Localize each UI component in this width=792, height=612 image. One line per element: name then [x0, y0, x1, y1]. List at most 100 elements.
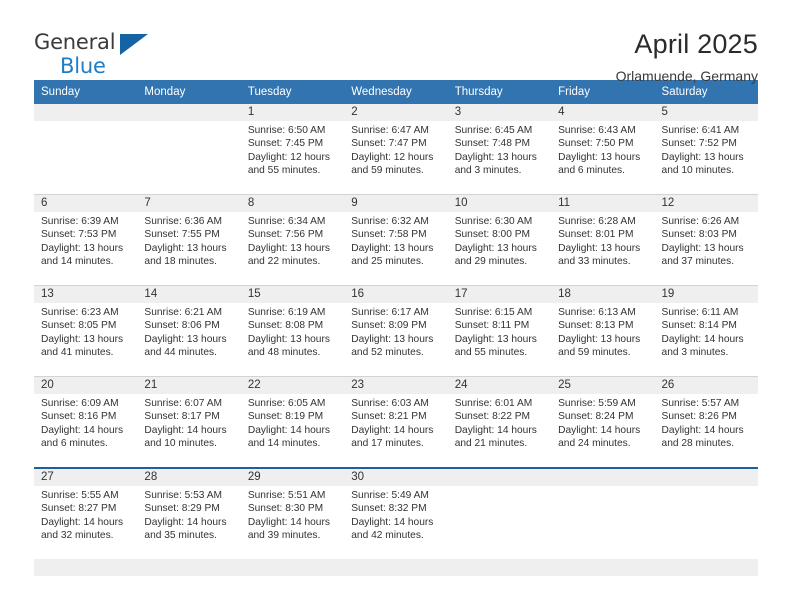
day-cell[interactable]: 6 Sunrise: 6:39 AM Sunset: 7:53 PM Daylight…	[34, 195, 138, 285]
day-cell[interactable]: 17 Sunrise: 6:15 AM Sunset: 8:11 PM Dayligh…	[447, 286, 552, 376]
day-info: Sunrise: 6:15 AM Sunset: 8:11 PM Daylight:…	[448, 303, 551, 360]
day-cell[interactable]: 1 Sunrise: 6:50 AM Sunset: 7:45 PM Daylight…	[240, 104, 345, 194]
day-number: 19	[654, 286, 758, 303]
calendar-cell	[551, 467, 655, 559]
sunrise-text: Sunrise: 6:28 AM	[558, 216, 636, 227]
sunset-text: Sunset: 7:53 PM	[41, 229, 117, 241]
day-cell[interactable]: 19 Sunrise: 6:11 AM Sunset: 8:14 PM Dayligh…	[654, 286, 758, 376]
calendar-cell	[34, 104, 138, 195]
sunrise-text: Sunrise: 6:26 AM	[661, 216, 740, 227]
day-info: Sunrise: 6:39 AM Sunset: 7:53 PM Daylight:…	[34, 212, 137, 269]
day-info: Sunrise: 5:55 AM Sunset: 8:27 PM Daylight:…	[34, 486, 137, 543]
day-cell[interactable]: 15 Sunrise: 6:19 AM Sunset: 8:08 PM Dayligh…	[240, 286, 345, 376]
day-info: Sunrise: 5:59 AM Sunset: 8:24 PM Daylight:…	[551, 394, 654, 451]
weekday-header-sunday: Sunday	[34, 80, 138, 104]
calendar-cell: 26 Sunrise: 5:57 AM Sunset: 8:26 PM Dayligh…	[654, 376, 758, 468]
sunrise-text: Sunrise: 6:23 AM	[41, 307, 119, 318]
day-cell-empty	[137, 104, 241, 194]
general-blue-logo[interactable]: General Blue	[34, 26, 150, 78]
sunrise-text: Sunrise: 6:41 AM	[661, 125, 740, 136]
day-info: Sunrise: 6:41 AM Sunset: 7:52 PM Daylight:…	[655, 121, 758, 178]
daylight-text-line1: Daylight: 12 hours	[247, 151, 330, 163]
daylight-text-line1: Daylight: 14 hours	[247, 424, 330, 436]
day-cell-empty	[654, 469, 758, 559]
calendar-cell: 25 Sunrise: 5:59 AM Sunset: 8:24 PM Dayligh…	[551, 376, 655, 468]
daylight-text-line2: and 59 minutes.	[558, 347, 631, 359]
day-cell[interactable]: 5 Sunrise: 6:41 AM Sunset: 7:52 PM Daylight…	[654, 104, 758, 194]
day-cell[interactable]: 22 Sunrise: 6:05 AM Sunset: 8:19 PM Dayligh…	[240, 377, 345, 467]
day-cell[interactable]: 23 Sunrise: 6:03 AM Sunset: 8:21 PM Dayligh…	[344, 377, 448, 467]
calendar-cell	[654, 467, 758, 559]
day-cell[interactable]: 28 Sunrise: 5:53 AM Sunset: 8:29 PM Dayligh…	[137, 469, 241, 559]
sunset-text: Sunset: 8:00 PM	[454, 229, 531, 241]
day-cell-empty	[447, 469, 552, 559]
day-cell[interactable]: 16 Sunrise: 6:17 AM Sunset: 8:09 PM Dayligh…	[344, 286, 448, 376]
day-info: Sunrise: 6:23 AM Sunset: 8:05 PM Daylight:…	[34, 303, 137, 360]
day-cell[interactable]: 9 Sunrise: 6:32 AM Sunset: 7:58 PM Daylight…	[344, 195, 448, 285]
daylight-text-line1: Daylight: 14 hours	[41, 424, 124, 436]
daylight-text-line2: and 59 minutes.	[351, 165, 424, 177]
day-info: Sunrise: 6:19 AM Sunset: 8:08 PM Daylight:…	[241, 303, 344, 360]
day-cell[interactable]: 7 Sunrise: 6:36 AM Sunset: 7:55 PM Daylight…	[137, 195, 241, 285]
sunrise-text: Sunrise: 5:59 AM	[558, 398, 636, 409]
day-cell[interactable]: 20 Sunrise: 6:09 AM Sunset: 8:16 PM Dayligh…	[34, 377, 138, 467]
day-cell[interactable]: 11 Sunrise: 6:28 AM Sunset: 8:01 PM Dayligh…	[551, 195, 655, 285]
day-info: Sunrise: 6:45 AM Sunset: 7:48 PM Daylight:…	[448, 121, 551, 178]
daylight-text-line1: Daylight: 12 hours	[351, 151, 434, 163]
day-cell[interactable]: 29 Sunrise: 5:51 AM Sunset: 8:30 PM Dayligh…	[240, 469, 345, 559]
day-number	[447, 469, 552, 486]
sunset-text: Sunset: 8:01 PM	[558, 229, 634, 241]
day-cell[interactable]: 18 Sunrise: 6:13 AM Sunset: 8:13 PM Dayligh…	[551, 286, 655, 376]
day-cell[interactable]: 10 Sunrise: 6:30 AM Sunset: 8:00 PM Dayligh…	[447, 195, 552, 285]
daylight-text-line1: Daylight: 13 hours	[351, 242, 434, 254]
day-cell[interactable]: 12 Sunrise: 6:26 AM Sunset: 8:03 PM Dayligh…	[654, 195, 758, 285]
day-number: 10	[447, 195, 552, 212]
daylight-text-line2: and 14 minutes.	[247, 438, 321, 450]
daylight-text-line1: Daylight: 14 hours	[247, 516, 330, 528]
day-info: Sunrise: 6:36 AM Sunset: 7:55 PM Daylight:…	[137, 212, 240, 269]
day-cell[interactable]: 2 Sunrise: 6:47 AM Sunset: 7:47 PM Daylight…	[344, 104, 448, 194]
sunrise-text: Sunrise: 6:19 AM	[247, 307, 326, 318]
sunset-text: Sunset: 8:17 PM	[144, 411, 220, 423]
daylight-text-line1: Daylight: 14 hours	[351, 516, 434, 528]
day-cell[interactable]: 25 Sunrise: 5:59 AM Sunset: 8:24 PM Dayligh…	[551, 377, 655, 467]
daylight-text-line1: Daylight: 13 hours	[351, 333, 434, 345]
page-header: General Blue April 2025 Orlamuende, Germ…	[34, 0, 758, 84]
day-info: Sunrise: 6:17 AM Sunset: 8:09 PM Daylight:…	[344, 303, 447, 360]
sunset-text: Sunset: 7:45 PM	[247, 138, 324, 150]
day-number: 24	[447, 377, 552, 394]
sunrise-text: Sunrise: 5:51 AM	[247, 490, 326, 501]
daylight-text-line2: and 39 minutes.	[247, 530, 321, 542]
day-cell[interactable]: 21 Sunrise: 6:07 AM Sunset: 8:17 PM Dayligh…	[137, 377, 241, 467]
daylight-text-line2: and 17 minutes.	[351, 438, 424, 450]
sunset-text: Sunset: 8:21 PM	[351, 411, 427, 423]
sunrise-text: Sunrise: 6:43 AM	[558, 125, 636, 136]
daylight-text-line1: Daylight: 14 hours	[144, 516, 227, 528]
daylight-text-line2: and 21 minutes.	[454, 438, 528, 450]
calendar-cell: 18 Sunrise: 6:13 AM Sunset: 8:13 PM Dayligh…	[551, 285, 655, 377]
daylight-text-line2: and 35 minutes.	[144, 530, 217, 542]
day-number: 12	[654, 195, 758, 212]
day-cell[interactable]: 3 Sunrise: 6:45 AM Sunset: 7:48 PM Daylight…	[447, 104, 552, 194]
day-number: 2	[344, 104, 448, 121]
day-info: Sunrise: 6:05 AM Sunset: 8:19 PM Daylight:…	[241, 394, 344, 451]
day-cell[interactable]: 24 Sunrise: 6:01 AM Sunset: 8:22 PM Dayligh…	[447, 377, 552, 467]
day-number: 23	[344, 377, 448, 394]
sunrise-text: Sunrise: 5:49 AM	[351, 490, 429, 501]
day-cell[interactable]: 27 Sunrise: 5:55 AM Sunset: 8:27 PM Dayligh…	[34, 469, 138, 559]
day-info: Sunrise: 6:13 AM Sunset: 8:13 PM Daylight:…	[551, 303, 654, 360]
day-cell[interactable]: 4 Sunrise: 6:43 AM Sunset: 7:50 PM Daylight…	[551, 104, 655, 194]
weekday-header-thursday: Thursday	[447, 80, 552, 104]
daylight-text-line2: and 6 minutes.	[41, 438, 108, 450]
day-cell[interactable]: 30 Sunrise: 5:49 AM Sunset: 8:32 PM Dayligh…	[344, 469, 448, 559]
sunset-text: Sunset: 8:08 PM	[247, 320, 324, 332]
calendar-cell: 16 Sunrise: 6:17 AM Sunset: 8:09 PM Dayligh…	[344, 285, 448, 377]
day-cell[interactable]: 8 Sunrise: 6:34 AM Sunset: 7:56 PM Daylight…	[240, 195, 345, 285]
day-cell[interactable]: 13 Sunrise: 6:23 AM Sunset: 8:05 PM Dayligh…	[34, 286, 138, 376]
calendar-week-row: 1 Sunrise: 6:50 AM Sunset: 7:45 PM Daylight…	[34, 104, 758, 195]
day-info: Sunrise: 6:11 AM Sunset: 8:14 PM Daylight:…	[655, 303, 758, 360]
daylight-text-line1: Daylight: 13 hours	[558, 242, 641, 254]
calendar-week-row: 20 Sunrise: 6:09 AM Sunset: 8:16 PM Dayligh…	[34, 376, 758, 468]
day-cell[interactable]: 26 Sunrise: 5:57 AM Sunset: 8:26 PM Dayligh…	[654, 377, 758, 467]
day-cell[interactable]: 14 Sunrise: 6:21 AM Sunset: 8:06 PM Dayligh…	[137, 286, 241, 376]
